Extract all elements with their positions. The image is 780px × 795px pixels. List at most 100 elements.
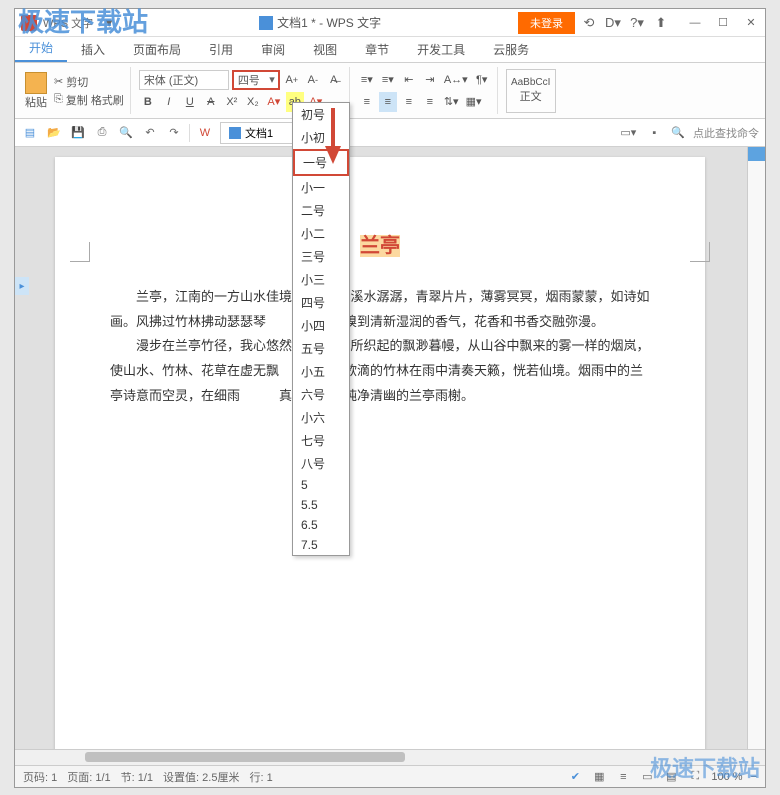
format-painter-button[interactable]: 格式刷 [91, 92, 124, 108]
menu-视图[interactable]: 视图 [299, 37, 351, 62]
status-pages: 页面: 1/1 [67, 769, 110, 785]
undo-icon[interactable]: ↶ [141, 124, 159, 142]
status-page: 页码: 1 [23, 769, 57, 785]
align-left-button[interactable]: ≡ [358, 92, 376, 112]
document-icon [259, 16, 273, 30]
menu-引用[interactable]: 引用 [195, 37, 247, 62]
bold-button[interactable]: B [139, 92, 157, 112]
status-setvalue: 设置值: 2.5厘米 [163, 769, 239, 785]
style-name: 正文 [520, 88, 542, 104]
vertical-scrollbar[interactable] [747, 147, 765, 749]
font-name-select[interactable]: 宋体 (正文) [139, 70, 229, 90]
font-size-option[interactable]: 小一 [293, 176, 349, 199]
watermark-topleft: 极速下载站 [18, 2, 148, 39]
app-window: WPS 文字 ▾ 文档1 * - WPS 文字 未登录 ⟲ D▾ ?▾ ⬆ — … [14, 8, 766, 788]
subscript-button[interactable]: X₂ [244, 92, 262, 112]
font-size-select[interactable]: 四号 [232, 70, 280, 90]
settings-icon[interactable]: ▪ [645, 124, 663, 142]
search-icon: 🔍 [671, 126, 685, 139]
copy-button[interactable]: 复制 [66, 92, 88, 108]
indent-left-button[interactable]: ⇤ [400, 70, 418, 90]
font-size-option[interactable]: 三号 [293, 245, 349, 268]
align-center-button[interactable]: ≡ [379, 92, 397, 112]
copy-icon: ⎘ [54, 93, 63, 106]
bullet-list-button[interactable]: ≡▾ [358, 70, 376, 90]
paste-icon [25, 72, 47, 94]
save-icon[interactable]: 💾 [69, 124, 87, 142]
menu-开始[interactable]: 开始 [15, 35, 67, 62]
redo-icon[interactable]: ↷ [165, 124, 183, 142]
style-normal[interactable]: AaBbCcI 正文 [506, 69, 556, 113]
menu-页面布局[interactable]: 页面布局 [119, 37, 195, 62]
print-icon[interactable]: ⎙ [93, 124, 111, 142]
char-scale-button[interactable]: A↔▾ [442, 70, 470, 90]
shading-button[interactable]: ▦▾ [464, 92, 484, 112]
help-icon[interactable]: ?▾ [627, 13, 647, 33]
font-size-option[interactable]: 五号 [293, 337, 349, 360]
page[interactable]: 兰亭 兰亭，江南的一方山水佳境， 溪水潺潺，青翠片片，薄雾冥冥，烟雨蒙蒙，如诗如… [55, 157, 705, 749]
annotation-arrow [322, 106, 344, 166]
crop-mark-tl [70, 242, 90, 262]
increase-font-button[interactable]: A+ [283, 70, 301, 90]
sync-icon[interactable]: ⟲ [579, 13, 599, 33]
spellcheck-icon[interactable]: ✔ [567, 770, 583, 784]
open-icon[interactable]: 📂 [45, 124, 63, 142]
style-preview: AaBbCcI [511, 77, 550, 88]
align-justify-button[interactable]: ≡ [421, 92, 439, 112]
upload-icon[interactable]: ⬆ [651, 13, 671, 33]
screen-icon[interactable]: ▭▾ [619, 124, 637, 142]
minimize-button[interactable]: — [681, 13, 709, 33]
view-outline-icon[interactable]: ≡ [615, 770, 631, 784]
menu-开发工具[interactable]: 开发工具 [403, 37, 479, 62]
font-size-dropdown[interactable]: 初号小初一号小一二号小二三号小三四号小四五号小五六号小六七号八号55.56.57… [292, 102, 350, 556]
number-list-button[interactable]: ≡▾ [379, 70, 397, 90]
wps-icon[interactable]: W [196, 124, 214, 142]
menu-章节[interactable]: 章节 [351, 37, 403, 62]
view-print-icon[interactable]: ▦ [591, 770, 607, 784]
preview-icon[interactable]: 🔍 [117, 124, 135, 142]
font-size-option[interactable]: 八号 [293, 452, 349, 475]
indent-right-button[interactable]: ⇥ [421, 70, 439, 90]
font-size-option[interactable]: 小三 [293, 268, 349, 291]
paste-button[interactable]: 粘贴 [21, 72, 51, 110]
status-section: 节: 1/1 [121, 769, 153, 785]
font-size-option[interactable]: 七号 [293, 429, 349, 452]
side-panel-handle[interactable]: ▸ [15, 277, 29, 295]
decrease-font-button[interactable]: A- [304, 70, 322, 90]
status-line: 行: 1 [249, 769, 272, 785]
show-marks-button[interactable]: ¶▾ [473, 70, 491, 90]
menu-审阅[interactable]: 审阅 [247, 37, 299, 62]
font-size-option[interactable]: 小五 [293, 360, 349, 383]
doc-heading: 兰亭 [110, 227, 650, 265]
font-size-option[interactable]: 六号 [293, 383, 349, 406]
menu-云服务[interactable]: 云服务 [479, 37, 543, 62]
font-size-option[interactable]: 7.5 [293, 535, 349, 555]
quick-access-bar: ▤ 📂 💾 ⎙ 🔍 ↶ ↷ W 文档1 ✕ + ▭▾ ▪ 🔍 点此查找命令 [15, 119, 765, 147]
skin-icon[interactable]: D▾ [603, 13, 623, 33]
ribbon: 粘贴 ✂剪切 ⎘复制 格式刷 宋体 (正文) 四号 A+ A- A̶ B I [15, 63, 765, 119]
cut-button[interactable]: 剪切 [66, 74, 88, 90]
font-size-option[interactable]: 5.5 [293, 495, 349, 515]
underline-button[interactable]: U [181, 92, 199, 112]
paragraph: 兰亭，江南的一方山水佳境， 溪水潺潺，青翠片片，薄雾冥冥，烟雨蒙蒙，如诗如画。风… [110, 285, 650, 334]
menu-插入[interactable]: 插入 [67, 37, 119, 62]
superscript-button[interactable]: X² [223, 92, 241, 112]
line-spacing-button[interactable]: ⇅▾ [442, 92, 461, 112]
text-effect-button[interactable]: A▾ [265, 92, 283, 112]
align-right-button[interactable]: ≡ [400, 92, 418, 112]
italic-button[interactable]: I [160, 92, 178, 112]
font-size-option[interactable]: 5 [293, 475, 349, 495]
font-size-option[interactable]: 小二 [293, 222, 349, 245]
search-command-input[interactable]: 点此查找命令 [693, 125, 759, 141]
font-size-option[interactable]: 二号 [293, 199, 349, 222]
clear-format-button[interactable]: A̶ [325, 70, 343, 90]
maximize-button[interactable]: ☐ [709, 13, 737, 33]
font-size-option[interactable]: 四号 [293, 291, 349, 314]
strike-button[interactable]: A [202, 92, 220, 112]
login-button[interactable]: 未登录 [518, 12, 575, 34]
close-button[interactable]: ✕ [737, 13, 765, 33]
font-size-option[interactable]: 小四 [293, 314, 349, 337]
font-size-option[interactable]: 小六 [293, 406, 349, 429]
font-size-option[interactable]: 6.5 [293, 515, 349, 535]
new-icon[interactable]: ▤ [21, 124, 39, 142]
